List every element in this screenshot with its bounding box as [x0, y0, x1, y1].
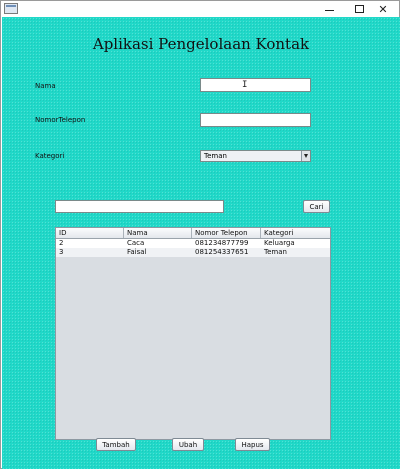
column-header-nomor-telepon[interactable]: Nomor Telepon: [192, 228, 261, 238]
table-row[interactable]: 2 Caca 081234877799 Keluarga: [56, 239, 330, 248]
cell-nama: Caca: [127, 239, 145, 247]
kategori-label: Kategori: [35, 152, 65, 160]
column-header-nama[interactable]: Nama: [124, 228, 192, 238]
hapus-button[interactable]: Hapus: [235, 438, 270, 451]
cell-nomor-telepon: 081254337651: [195, 248, 249, 256]
contacts-table[interactable]: ID Nama Nomor Telepon Kategori 2 Caca 08…: [55, 227, 331, 440]
page-title: Aplikasi Pengelolaan Kontak: [92, 35, 310, 53]
search-input[interactable]: [55, 200, 224, 213]
java-app-icon: [4, 3, 18, 14]
nama-label: Nama: [35, 82, 56, 90]
title-bar[interactable]: ✕: [1, 1, 399, 17]
cari-button[interactable]: Cari: [303, 200, 330, 213]
telepon-field[interactable]: [200, 113, 311, 127]
kategori-selected-value: Teman: [204, 152, 227, 160]
close-icon: ✕: [378, 2, 388, 16]
table-body: 2 Caca 081234877799 Keluarga 3 Faisal 08…: [56, 239, 330, 257]
cell-id: 3: [59, 248, 64, 256]
app-window: ✕ Aplikasi Pengelolaan Kontak Nama I Nom…: [0, 0, 400, 469]
column-header-kategori[interactable]: Kategori: [261, 228, 330, 238]
cell-nomor-telepon: 081234877799: [195, 239, 249, 247]
table-row[interactable]: 3 Faisal 081254337651 Teman: [56, 248, 330, 257]
chevron-down-icon: [304, 154, 308, 158]
nama-field[interactable]: [200, 78, 311, 92]
cell-kategori: Teman: [264, 248, 287, 256]
dropdown-arrow-button[interactable]: [301, 151, 310, 161]
main-panel: Aplikasi Pengelolaan Kontak Nama I Nomor…: [2, 17, 400, 469]
close-button[interactable]: ✕: [367, 1, 399, 17]
text-cursor-icon: I: [242, 80, 248, 90]
minimize-icon: [324, 9, 334, 11]
cell-id: 2: [59, 239, 64, 247]
telepon-label: NomorTelepon: [35, 116, 86, 124]
ubah-button[interactable]: Ubah: [172, 438, 204, 451]
column-header-id[interactable]: ID: [56, 228, 124, 238]
kategori-dropdown[interactable]: Teman: [200, 150, 311, 162]
cell-kategori: Keluarga: [264, 239, 295, 247]
minimize-button[interactable]: [312, 1, 346, 17]
maximize-icon: [354, 5, 364, 13]
table-header: ID Nama Nomor Telepon Kategori: [56, 228, 330, 239]
tambah-button[interactable]: Tambah: [96, 438, 136, 451]
cell-nama: Faisal: [127, 248, 147, 256]
